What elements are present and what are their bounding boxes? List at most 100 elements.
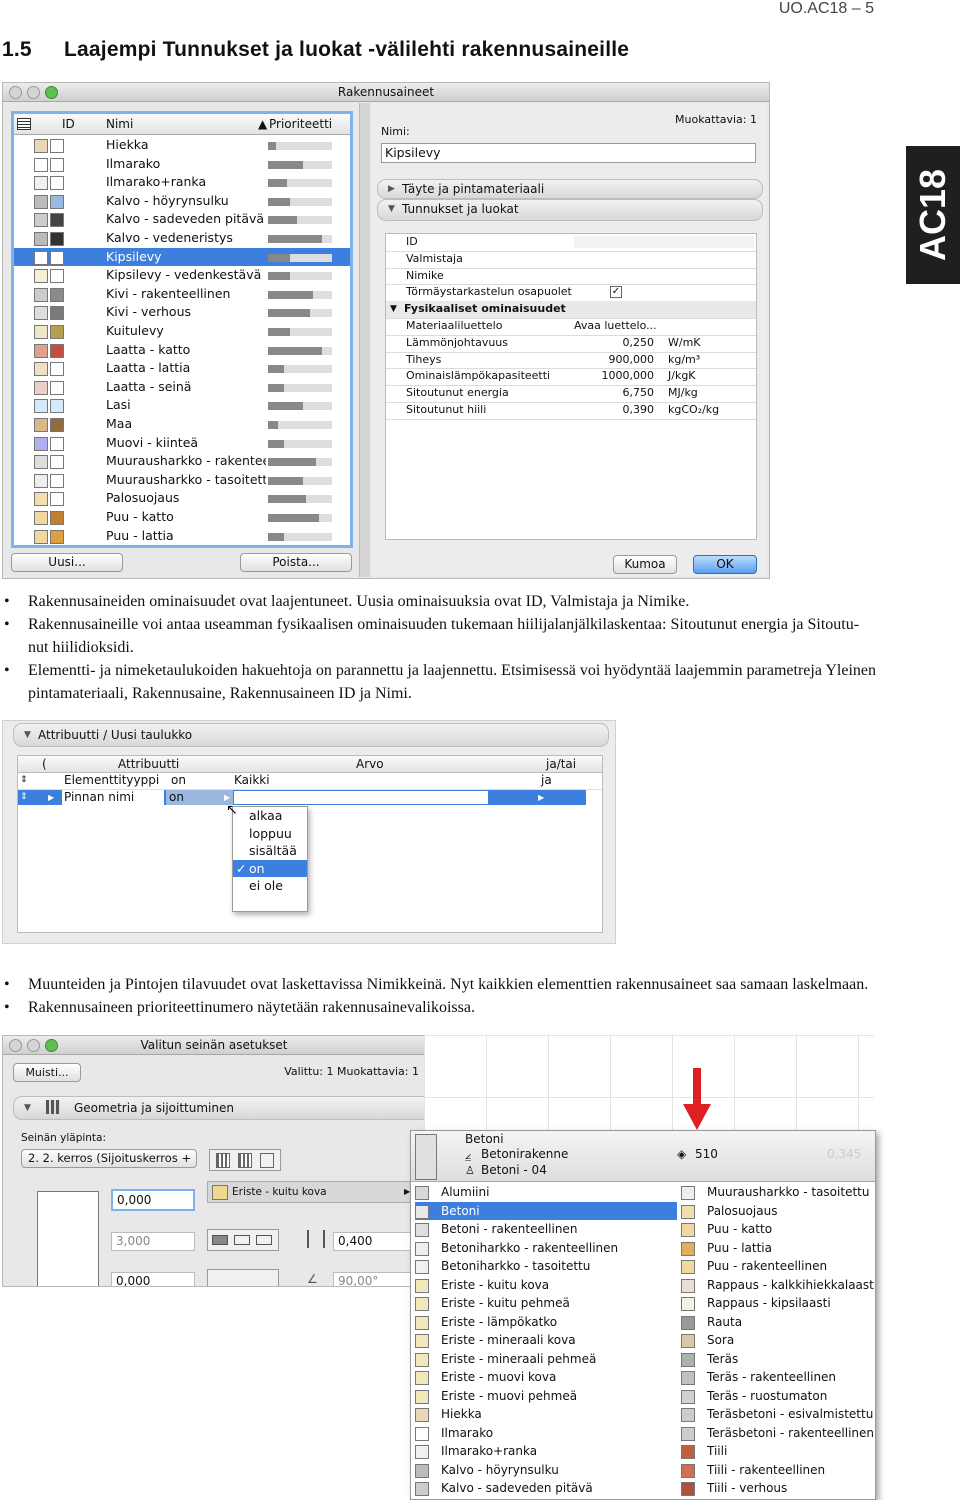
material-picker[interactable]: Eriste - kuitu kova ▶ (207, 1181, 415, 1203)
splitter[interactable] (359, 103, 370, 577)
new-material-button[interactable]: Uusi... (11, 553, 123, 572)
material-row[interactable]: Kalvo - vedeneristys (14, 229, 350, 248)
col-id[interactable]: ID (62, 114, 75, 134)
material-option[interactable]: Ilmarako (415, 1424, 677, 1443)
material-row[interactable]: Laatta - seinä (14, 378, 350, 397)
close-dot-icon[interactable] (9, 86, 22, 99)
prop-row-physical-value[interactable]: Sitoutunut energia 6,750 MJ/kg (386, 385, 756, 403)
material-option[interactable]: Eriste - kuitu kova (415, 1276, 677, 1295)
material-option[interactable]: Eriste - mineraali kova (415, 1331, 677, 1350)
material-option[interactable]: Teräs - ruostumaton (681, 1387, 873, 1406)
prop-row-physical-value[interactable]: Ominaislämpökapasiteetti 1000,000 J/kgK (386, 368, 756, 387)
material-option[interactable]: Eriste - kuitu pehmeä (415, 1294, 677, 1313)
prop-row-physical-value[interactable]: Tiheys 900,000 kg/m³ (386, 352, 756, 370)
material-row[interactable]: Maa (14, 415, 350, 434)
menu-item-4[interactable]: ei ole (233, 877, 307, 895)
name-field[interactable]: Kipsilevy (381, 143, 756, 163)
fill-group[interactable]: ▶ Täyte ja pintamateriaali (377, 179, 763, 199)
profile-wall-icon[interactable] (260, 1153, 274, 1168)
criteria-attribute[interactable]: Elementtityyppi (64, 772, 159, 789)
col-priority[interactable]: Prioriteetti (269, 114, 332, 134)
polygon-geometry-icon[interactable] (256, 1235, 272, 1245)
material-option[interactable]: Rauta (681, 1313, 873, 1332)
material-option[interactable]: Alumiini (415, 1183, 677, 1202)
material-option[interactable]: Tiili (681, 1442, 873, 1461)
criteria-and-or[interactable]: ja (541, 772, 552, 789)
prop-row-id[interactable]: ID (386, 234, 756, 252)
col-name[interactable]: Nimi (106, 114, 133, 134)
material-row[interactable]: Palosuojaus (14, 489, 350, 508)
prop-value[interactable]: 6,750 (592, 385, 655, 402)
prop-row-material-list[interactable]: Materiaaliluettelo Avaa luettelo... (386, 318, 756, 336)
memory-button[interactable]: Muisti... (13, 1063, 81, 1082)
composite-wall-icon[interactable] (238, 1153, 252, 1168)
material-option[interactable]: Tiili - verhous (681, 1479, 873, 1498)
criteria-attribute[interactable]: Pinnan nimi (62, 790, 164, 805)
material-option[interactable]: Palosuojaus (681, 1202, 873, 1221)
material-row[interactable]: Kalvo - höyrynsulku (14, 192, 350, 211)
chevron-right-icon[interactable]: ▶ (48, 790, 54, 805)
prop-value[interactable]: 1000,000 (592, 368, 655, 385)
material-row[interactable]: Puu - katto (14, 508, 350, 527)
prop-value[interactable]: 0,390 (592, 402, 655, 419)
close-dot-icon[interactable] (9, 1039, 22, 1052)
material-option[interactable]: Sora (681, 1331, 873, 1350)
row-handle-icon[interactable]: ⇕ (20, 790, 28, 805)
ok-button[interactable]: OK (693, 555, 757, 574)
ids-group[interactable]: ▼ Tunnukset ja luokat (377, 199, 763, 221)
sort-arrow-icon[interactable]: ▲ (258, 114, 267, 134)
material-option[interactable]: Puu - rakenteellinen (681, 1257, 873, 1276)
material-row[interactable]: Kipsilevy (14, 247, 350, 267)
material-row[interactable]: Ilmarako (14, 155, 350, 174)
straight-geometry-icon[interactable] (212, 1235, 228, 1245)
prop-row-manufacturer[interactable]: Valmistaja (386, 251, 756, 269)
material-row[interactable]: Kipsilevy - vedenkestävä (14, 266, 350, 285)
zoom-dot-icon[interactable] (45, 1039, 58, 1052)
cancel-button[interactable]: Kumoa (613, 555, 677, 574)
material-row[interactable]: Lasi (14, 396, 350, 415)
slant-buttons[interactable] (207, 1269, 279, 1286)
geometry-method-buttons[interactable] (207, 1229, 279, 1251)
criteria-operator[interactable]: on (166, 790, 233, 805)
material-option[interactable]: Betoni (415, 1201, 677, 1220)
collision-checkbox[interactable]: ✓ (610, 286, 622, 299)
material-option[interactable]: Teräs - rakenteellinen (681, 1368, 873, 1387)
material-option[interactable]: Tiili - rakenteellinen (681, 1461, 873, 1480)
material-option[interactable]: Eriste - mineraali pehmeä (415, 1350, 677, 1369)
id-value-field[interactable] (574, 236, 754, 248)
menu-item-2[interactable]: sisältää (233, 842, 307, 860)
zoom-dot-icon[interactable] (45, 86, 58, 99)
material-option[interactable]: Eriste - muovi kova (415, 1368, 677, 1387)
material-option[interactable]: Betoniharkko - tasoitettu (415, 1257, 677, 1276)
material-option[interactable]: Betoni - rakenteellinen (415, 1220, 677, 1239)
wall-type-buttons[interactable] (209, 1149, 281, 1171)
prop-value[interactable]: 0,250 (592, 335, 655, 352)
offset-top-field[interactable]: 0,000 (111, 1189, 195, 1211)
prop-row-physical-value[interactable]: Sitoutunut hiili 0,390 kgCO₂/kg (386, 402, 756, 420)
material-row[interactable]: Muurausharkko - tasoitettu (14, 471, 350, 490)
material-option[interactable]: Kalvo - sadeveden pitävä (415, 1479, 677, 1498)
material-row[interactable]: Laatta - katto (14, 341, 350, 360)
material-row[interactable]: Laatta - lattia (14, 359, 350, 378)
material-option[interactable]: Betoniharkko - rakenteellinen (415, 1239, 677, 1258)
criteria-operator[interactable]: on (171, 772, 186, 789)
criteria-value-field[interactable] (234, 791, 488, 804)
material-option[interactable]: Ilmarako+ranka (415, 1442, 677, 1461)
material-option[interactable]: Teräsbetoni - rakenteellinen (681, 1424, 874, 1443)
minimize-dot-icon[interactable] (27, 86, 40, 99)
material-row[interactable]: Muovi - kiinteä (14, 434, 350, 453)
material-option[interactable]: Puu - lattia (681, 1239, 873, 1258)
menu-item-0[interactable]: alkaa (233, 807, 307, 825)
prop-row-physical-value[interactable]: Lämmönjohtavuus 0,250 W/mK (386, 335, 756, 353)
material-option[interactable]: Teräs (681, 1350, 873, 1369)
material-option[interactable]: Eriste - lämpökatko (415, 1313, 677, 1332)
material-row[interactable]: Hiekka (14, 136, 350, 155)
material-option[interactable]: Kalvo - höyrynsulku (415, 1461, 677, 1480)
minimize-dot-icon[interactable] (27, 1039, 40, 1052)
material-option[interactable]: Puu - katto (681, 1220, 873, 1239)
prop-row-name[interactable]: Nimike (386, 268, 756, 286)
prop-value[interactable]: 900,000 (592, 352, 655, 369)
material-option[interactable]: Rappaus - kipsilaasti (681, 1294, 873, 1313)
criteria-row[interactable]: ⇕ Elementtityyppi on Kaikki ja (18, 772, 602, 790)
materials-list[interactable]: ID Nimi ▲ Prioriteetti Hiekka Ilmarako Ilm… (11, 111, 353, 548)
